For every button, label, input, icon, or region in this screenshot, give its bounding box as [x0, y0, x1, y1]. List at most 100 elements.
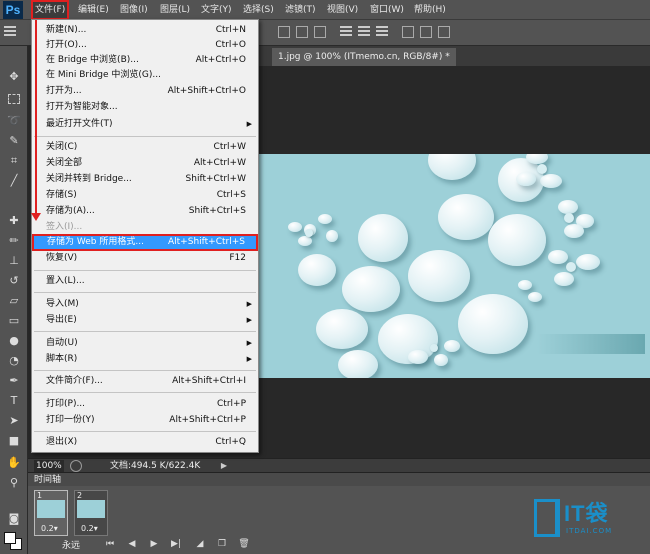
history-brush-tool-icon[interactable]: ↺ [6, 274, 22, 288]
menu-item-automate[interactable]: 自动(U) ▶ [32, 336, 258, 351]
distribute-middle-icon[interactable] [358, 26, 370, 38]
distribute-left-icon[interactable] [402, 26, 414, 38]
menu-file[interactable]: 文件(F) [30, 0, 70, 20]
menu-item-scripts[interactable]: 脚本(R) ▶ [32, 352, 258, 367]
menu-item-open-smart-object[interactable]: 打开为智能对象... [32, 100, 258, 115]
menu-item-close-goto-bridge[interactable]: 关闭并转到 Bridge... Shift+Ctrl+W [32, 172, 258, 187]
menu-separator [34, 292, 256, 293]
flower-petal [438, 194, 494, 240]
menu-item-export[interactable]: 导出(E) ▶ [32, 313, 258, 328]
menu-image[interactable]: 图像(I) [120, 4, 148, 17]
document-tab[interactable]: 1.jpg @ 100% (ITmemo.cn, RGB/8#) * [272, 48, 456, 66]
flower-petal [458, 294, 528, 354]
menu-window[interactable]: 窗口(W) [370, 4, 404, 17]
flower-petal [434, 354, 448, 366]
menu-item-revert[interactable]: 恢复(V) F12 [32, 251, 258, 266]
distribute-center-icon[interactable] [420, 26, 432, 38]
quick-select-tool-icon[interactable]: ✎ [6, 134, 22, 148]
timeline-frame[interactable]: 1 0.2▾ [34, 490, 68, 536]
menu-item-place[interactable]: 置入(L)... [32, 274, 258, 289]
tween-icon[interactable]: ◢ [194, 538, 206, 550]
menu-item-close-all[interactable]: 关闭全部 Alt+Ctrl+W [32, 156, 258, 171]
menu-item-import[interactable]: 导入(M) ▶ [32, 297, 258, 312]
first-frame-icon[interactable]: ⏮ [104, 538, 116, 550]
foreground-color-swatch[interactable] [4, 532, 16, 544]
play-icon[interactable]: ▶ [148, 538, 160, 550]
path-select-tool-icon[interactable]: ➤ [6, 414, 22, 428]
distribute-bottom-icon[interactable] [376, 26, 388, 38]
tab-timeline[interactable]: 时间轴 [34, 473, 61, 487]
menu-edit[interactable]: 编辑(E) [78, 4, 109, 17]
flower-center [537, 164, 547, 174]
menu-separator [34, 136, 256, 137]
submenu-arrow-icon: ▶ [246, 339, 252, 347]
menu-item-save-as[interactable]: 存储为(A)... Shift+Ctrl+S [32, 204, 258, 219]
gradient-tool-icon[interactable]: ▭ [6, 314, 22, 328]
menu-item-open[interactable]: 打开(O)... Ctrl+O [32, 38, 258, 53]
menu-item-save[interactable]: 存储(S) Ctrl+S [32, 188, 258, 203]
type-tool-icon[interactable]: T [6, 394, 22, 408]
healing-brush-tool-icon[interactable]: ✚ [6, 214, 22, 228]
menu-item-file-info[interactable]: 文件简介(F)... Alt+Shift+Ctrl+I [32, 374, 258, 389]
menu-separator [34, 270, 256, 271]
menu-item-new[interactable]: 新建(N)... Ctrl+N [32, 23, 258, 38]
dodge-tool-icon[interactable]: ◔ [6, 354, 22, 368]
menu-help[interactable]: 帮助(H) [414, 4, 446, 17]
status-options-icon[interactable] [70, 460, 82, 472]
duplicate-frame-icon[interactable]: ❐ [216, 538, 228, 550]
submenu-arrow-icon: ▶ [246, 120, 252, 128]
menu-layer[interactable]: 图层(L) [160, 4, 190, 17]
clone-stamp-tool-icon[interactable]: ⊥ [6, 254, 22, 268]
zoom-input[interactable]: 100% [34, 460, 64, 472]
eraser-tool-icon[interactable]: ▱ [6, 294, 22, 308]
pen-tool-icon[interactable]: ✒ [6, 374, 22, 388]
previous-frame-icon[interactable]: ◀ [126, 538, 138, 550]
align-top-icon[interactable] [278, 26, 290, 38]
distribute-top-icon[interactable] [340, 26, 352, 38]
menu-item-check-in: 签入(I)... [46, 222, 83, 232]
flower-petal [540, 174, 562, 188]
quick-mask-icon[interactable]: ◙ [6, 512, 22, 526]
rectangle-tool-icon[interactable]: ■ [6, 434, 22, 448]
frame-delay[interactable]: 0.2▾ [81, 524, 98, 533]
brush-tool-icon[interactable]: ✏ [6, 234, 22, 248]
document-info: 文档:494.5 K/622.4K [110, 461, 201, 471]
next-frame-icon[interactable]: ▶| [170, 538, 182, 550]
status-menu-arrow-icon[interactable]: ▶ [218, 460, 230, 472]
marquee-tool-icon[interactable] [8, 94, 20, 104]
tool-preset-icon[interactable] [4, 26, 16, 38]
menu-item-exit[interactable]: 退出(X) Ctrl+Q [32, 435, 258, 450]
menu-item-recent-files[interactable]: 最近打开文件(T) ▶ [32, 117, 258, 132]
zoom-tool-icon[interactable]: ⚲ [6, 476, 22, 490]
loop-options[interactable]: 永远 [62, 538, 80, 551]
frame-delay[interactable]: 0.2▾ [41, 524, 58, 533]
menu-filter[interactable]: 滤镜(T) [285, 4, 316, 17]
crop-tool-icon[interactable]: ⌗ [6, 154, 22, 168]
menu-item-browse-bridge[interactable]: 在 Bridge 中浏览(B)... Alt+Ctrl+O [32, 53, 258, 68]
eyedropper-tool-icon[interactable]: ╱ [6, 174, 22, 188]
menu-select[interactable]: 选择(S) [243, 4, 274, 17]
menu-item-close[interactable]: 关闭(C) Ctrl+W [32, 140, 258, 155]
flower-petal [428, 154, 476, 180]
hand-tool-icon[interactable]: ✋ [6, 456, 22, 470]
move-tool-icon[interactable]: ✥ [6, 70, 22, 84]
menu-view[interactable]: 视图(V) [327, 4, 358, 17]
align-middle-icon[interactable] [296, 26, 308, 38]
delete-frame-icon[interactable]: 🗑 [238, 538, 250, 550]
flower-petal [528, 292, 542, 302]
document-tab-bar: 1.jpg @ 100% (ITmemo.cn, RGB/8#) * [258, 46, 650, 66]
submenu-arrow-icon: ▶ [246, 300, 252, 308]
timeline-frame[interactable]: 2 0.2▾ [74, 490, 108, 536]
flower-petal [316, 309, 368, 349]
flower-petal [548, 250, 568, 264]
distribute-right-icon[interactable] [438, 26, 450, 38]
lasso-tool-icon[interactable]: ➰ [6, 114, 22, 128]
menu-item-save-for-web[interactable]: 存储为 Web 所用格式... Alt+Shift+Ctrl+S [32, 234, 258, 251]
menu-item-print-one-copy[interactable]: 打印一份(Y) Alt+Shift+Ctrl+P [32, 413, 258, 428]
menu-item-open-as[interactable]: 打开为... Alt+Shift+Ctrl+O [32, 84, 258, 99]
menu-type[interactable]: 文字(Y) [201, 4, 232, 17]
menu-item-print[interactable]: 打印(P)... Ctrl+P [32, 397, 258, 412]
menu-item-browse-mini-bridge[interactable]: 在 Mini Bridge 中浏览(G)... [32, 68, 258, 83]
align-bottom-icon[interactable] [314, 26, 326, 38]
blur-tool-icon[interactable]: ● [6, 334, 22, 348]
